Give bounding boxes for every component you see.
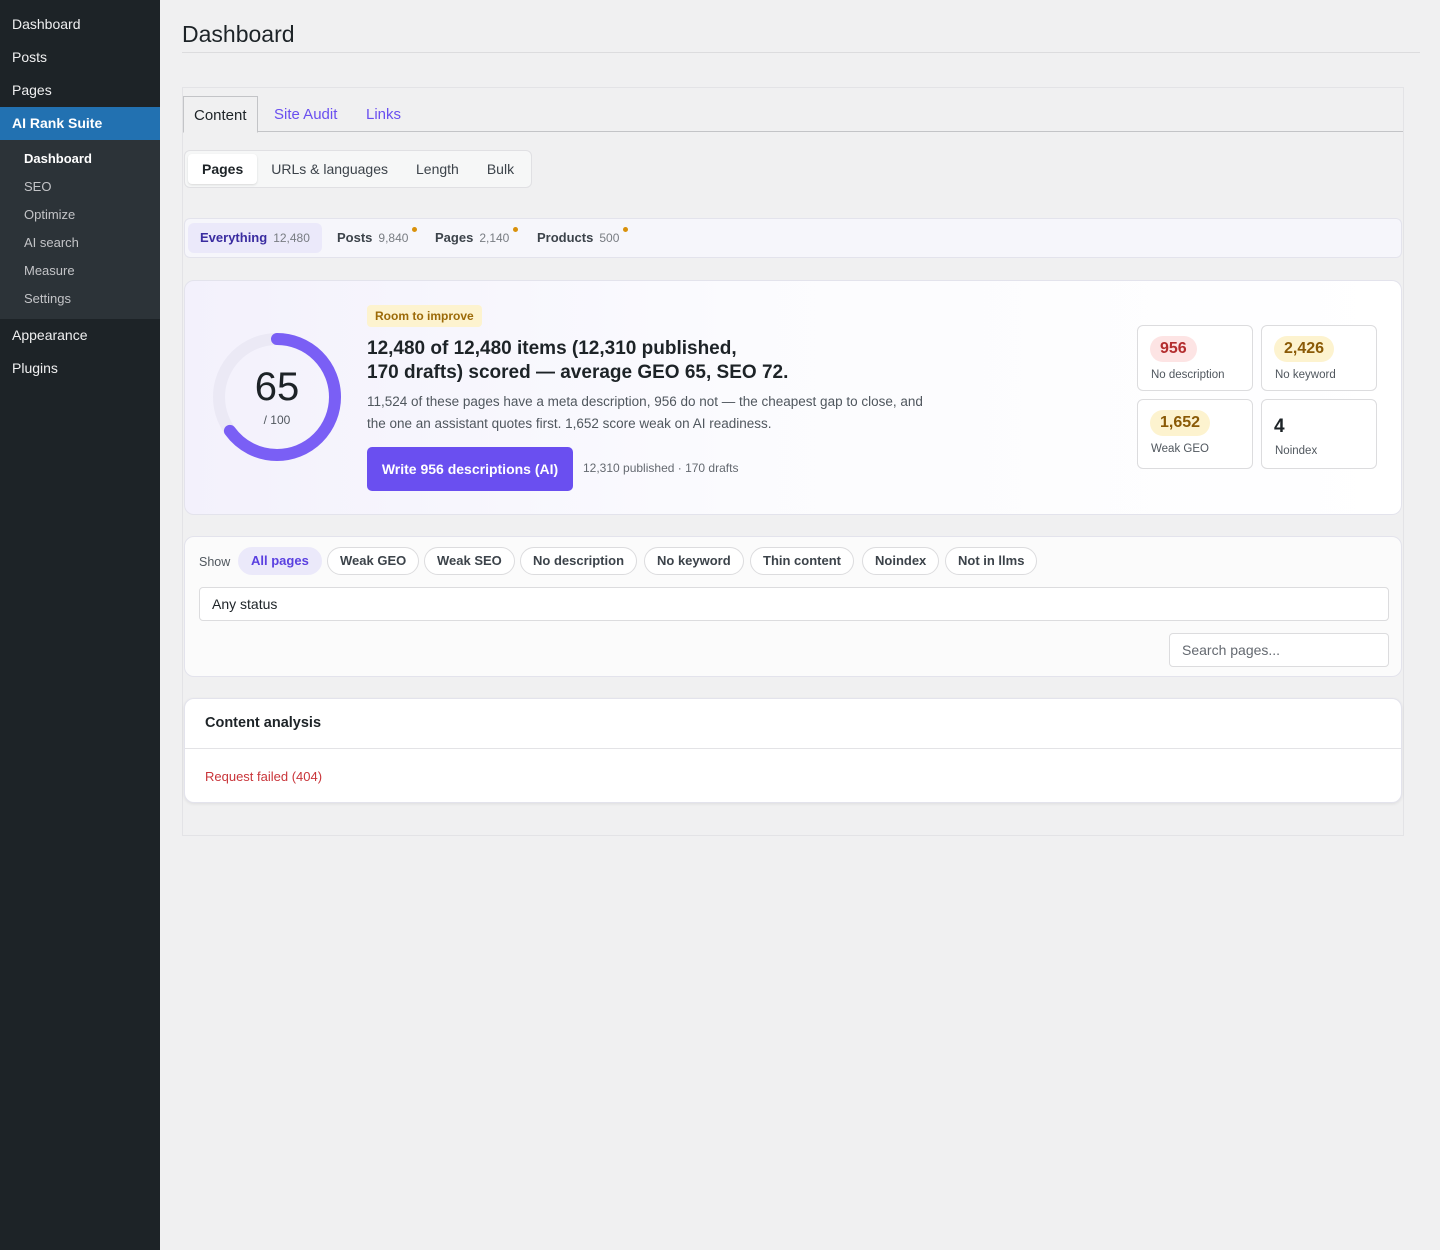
type-chip-everything[interactable]: Everything 12,480: [188, 223, 322, 253]
filter-chip-no-description[interactable]: No description: [520, 547, 638, 575]
stat-label: No description: [1151, 369, 1225, 381]
status-badge: Room to improve: [367, 305, 482, 327]
submenu-item-ai-search[interactable]: AI search: [0, 229, 160, 257]
show-label: Show: [199, 555, 231, 569]
filter-chip-thin-content[interactable]: Thin content: [750, 547, 854, 575]
write-descriptions-button[interactable]: Write 956 descriptions (AI): [367, 447, 573, 491]
filter-chip-not-in-llms[interactable]: Not in llms: [945, 547, 1038, 575]
attention-dot: [412, 227, 418, 232]
score-max: / 100: [263, 413, 291, 427]
content-analysis-panel: Content analysis Request failed (404): [184, 698, 1402, 803]
main-content: Dashboard Content Site Audit Links Pages…: [182, 0, 1420, 836]
type-chip-posts[interactable]: Posts 9,840: [325, 223, 420, 253]
tab-links[interactable]: Links: [366, 96, 401, 132]
sidebar-item-appearance[interactable]: Appearance: [0, 319, 160, 352]
score-summary-card: 65 / 100 Room to improve 12,480 of 12,48…: [184, 280, 1402, 515]
stat-no-description[interactable]: 956 No description: [1137, 325, 1253, 391]
submenu-item-settings[interactable]: Settings: [0, 285, 160, 313]
summary-title: 12,480 of 12,480 items (12,310 published…: [367, 337, 807, 385]
sidebar-item-posts[interactable]: Posts: [0, 41, 160, 74]
summary-description: 11,524 of these pages have a meta descri…: [367, 391, 967, 435]
summary-description-line: 11,524 of these pages have a meta descri…: [367, 394, 923, 409]
publish-meta: 12,310 published · 170 drafts: [583, 461, 739, 475]
sidebar-submenu: Dashboard SEO Optimize AI search Measure…: [0, 140, 160, 319]
sidebar-item-pages[interactable]: Pages: [0, 74, 160, 107]
stat-label: Weak GEO: [1151, 443, 1209, 455]
type-chip-count: 500: [599, 231, 620, 245]
filter-chip-weak-geo[interactable]: Weak GEO: [327, 547, 420, 575]
submenu-item-seo[interactable]: SEO: [0, 173, 160, 201]
status-select[interactable]: Any status: [199, 587, 1389, 621]
submenu-item-measure[interactable]: Measure: [0, 257, 160, 285]
sidebar-item-dashboard[interactable]: Dashboard: [0, 8, 160, 41]
summary-title-line: 12,480 of 12,480 items (12,310 published…: [367, 338, 737, 359]
stat-label: Noindex: [1275, 445, 1318, 457]
search-pages-input[interactable]: [1169, 633, 1389, 667]
filter-chip-weak-seo[interactable]: Weak SEO: [424, 547, 515, 575]
sidebar-item-plugins[interactable]: Plugins: [0, 352, 160, 385]
type-chip-label: Products: [537, 230, 594, 245]
plugin-panel: Content Site Audit Links Pages URLs & la…: [182, 87, 1404, 836]
stat-value: 956: [1150, 336, 1197, 362]
admin-sidebar: Dashboard Posts Pages AI Rank Suite Dash…: [0, 0, 160, 1250]
summary-description-line: the one an assistant quotes first. 1,652…: [367, 416, 772, 431]
submenu-item-optimize[interactable]: Optimize: [0, 201, 160, 229]
type-chip-label: Everything: [200, 230, 268, 245]
type-chip-label: Posts: [337, 230, 373, 245]
stat-value: 2,426: [1274, 336, 1335, 362]
panel-title: Content analysis: [205, 715, 322, 731]
sidebar-item-ai-rank-suite[interactable]: AI Rank Suite: [0, 107, 160, 140]
score-value: 65: [254, 365, 300, 409]
tab-site-audit[interactable]: Site Audit: [274, 96, 337, 132]
subtab-bulk[interactable]: Bulk: [473, 154, 528, 184]
score-gauge: 65 / 100: [209, 329, 345, 465]
page-filters: Show All pages Weak GEO Weak SEO No desc…: [184, 536, 1402, 677]
page-title: Dashboard: [182, 0, 1420, 53]
error-message: Request failed (404): [205, 769, 323, 784]
filter-chip-noindex[interactable]: Noindex: [862, 547, 940, 575]
attention-dot: [623, 227, 629, 232]
subtab-urls-languages[interactable]: URLs & languages: [257, 154, 402, 184]
main-tabs: Content Site Audit Links: [183, 96, 1403, 133]
attention-dot: [513, 227, 519, 232]
type-chip-pages[interactable]: Pages 2,140: [423, 223, 521, 253]
stat-label: No keyword: [1275, 369, 1336, 381]
filter-chip-all-pages[interactable]: All pages: [238, 547, 322, 575]
type-chip-count: 9,840: [378, 231, 409, 245]
stat-noindex[interactable]: 4 Noindex: [1261, 399, 1377, 469]
summary-title-line: 170 drafts) scored — average GEO 65, SEO…: [367, 362, 789, 383]
stat-no-keyword[interactable]: 2,426 No keyword: [1261, 325, 1377, 391]
content-type-filter: Everything 12,480 Posts 9,840 Pages 2,140 P…: [184, 218, 1402, 258]
filter-chip-no-keyword[interactable]: No keyword: [644, 547, 744, 575]
stat-weak-geo[interactable]: 1,652 Weak GEO: [1137, 399, 1253, 469]
tab-content[interactable]: Content: [183, 96, 258, 133]
subtab-length[interactable]: Length: [402, 154, 473, 184]
stat-value: 4: [1274, 416, 1285, 437]
stat-value: 1,652: [1150, 410, 1211, 436]
type-chip-count: 2,140: [479, 231, 510, 245]
submenu-item-dashboard[interactable]: Dashboard: [0, 145, 160, 173]
type-chip-label: Pages: [435, 230, 474, 245]
type-chip-count: 12,480: [273, 231, 310, 245]
type-chip-products[interactable]: Products 500: [525, 223, 631, 253]
subtabs: Pages URLs & languages Length Bulk: [184, 150, 533, 188]
subtab-pages[interactable]: Pages: [188, 154, 258, 184]
divider: [185, 748, 1401, 749]
